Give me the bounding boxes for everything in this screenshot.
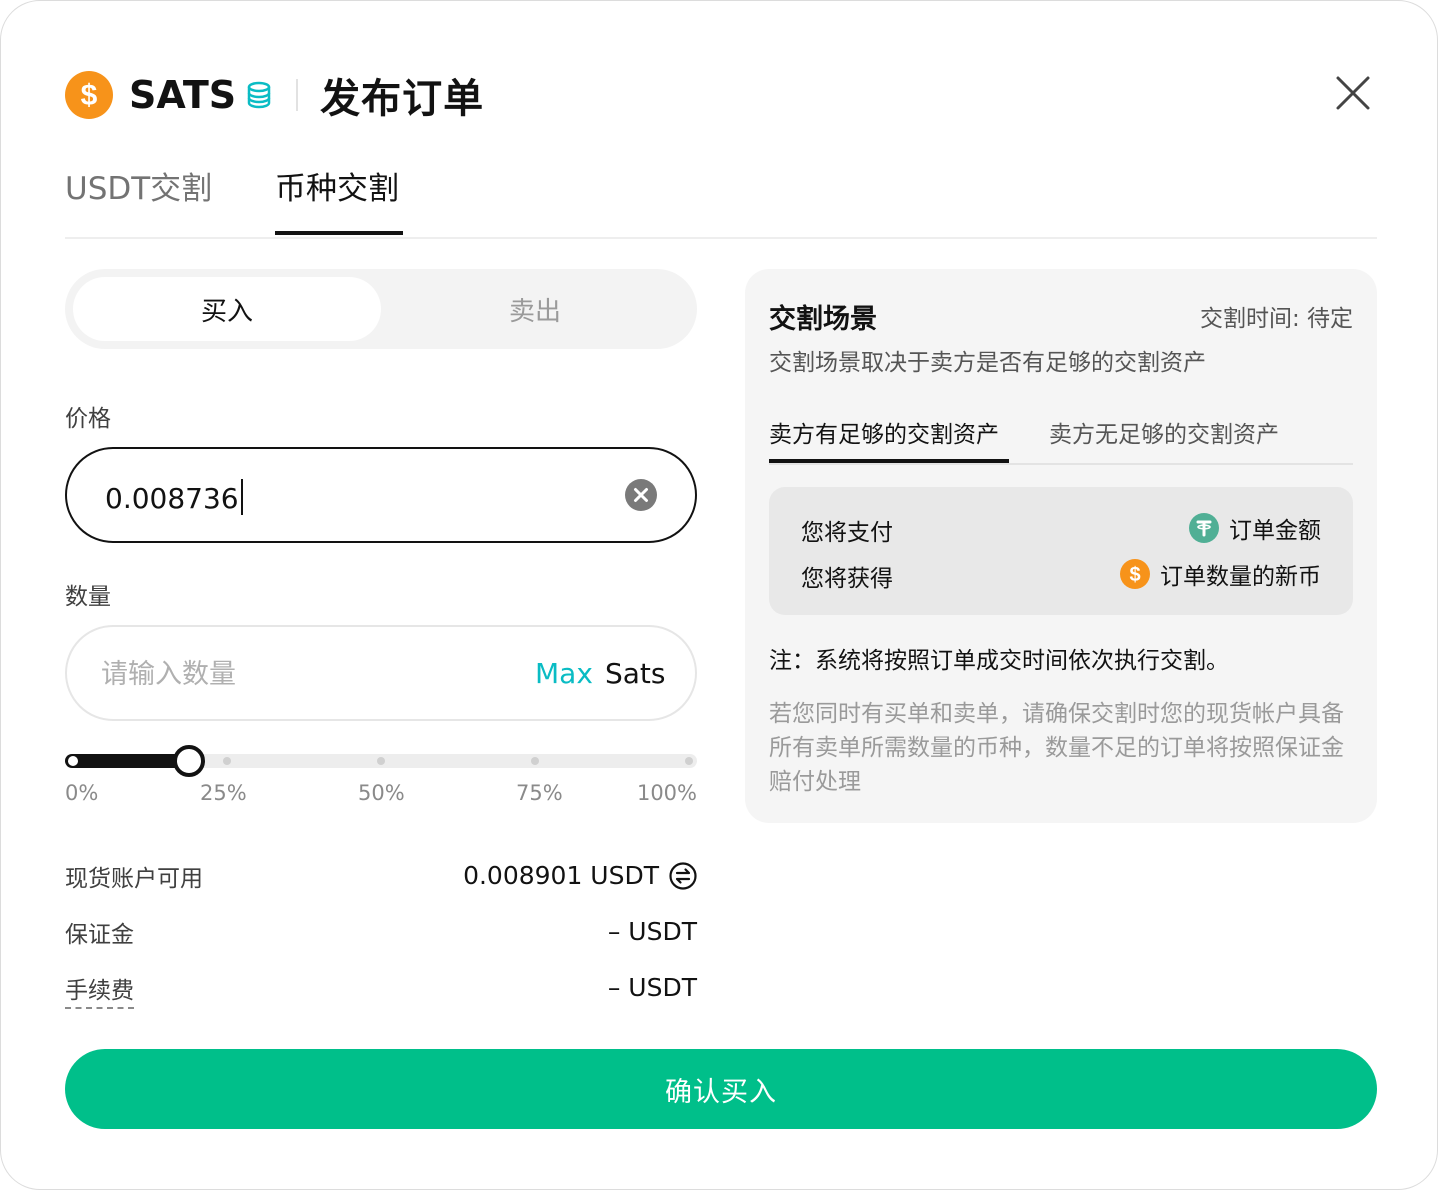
tab-seller-has-assets[interactable]: 卖方有足够的交割资产 [769,415,999,449]
receive-value-group: $ 订单数量的新币 [1120,557,1321,591]
quantity-unit: Sats [605,657,666,690]
modal-header: $ SATS 发布订单 [65,67,484,123]
panel-note: 注：系统将按照订单成交时间依次执行交割。 [769,648,1229,674]
active-tab-indicator [275,231,403,235]
slider-labels: 0% 25% 50% 75% 100% [65,781,697,811]
slider-mark-50 [377,757,385,765]
dollar-coin-icon: $ [65,71,113,119]
tab-coin-delivery[interactable]: 币种交割 [275,163,399,208]
swap-icon[interactable] [669,861,697,890]
margin-label: 保证金 [65,922,134,948]
delivery-scenario-panel: 交割场景 交割时间: 待定 交割场景取决于卖方是否有足够的交割资产 卖方有足够的… [745,269,1377,823]
slider-mark-75 [531,757,539,765]
price-label: 价格 [65,406,111,432]
available-balance-row: 现货账户可用 0.008901 USDT [65,859,697,899]
price-value: 0.008736 [105,479,243,515]
slider-mark-100 [685,757,693,765]
slider-label-25: 25% [200,781,247,805]
dollar-coin-icon: $ [1120,559,1150,589]
receive-value: 订单数量的新币 [1160,564,1321,590]
pay-row: 您将支付 订单金额 [801,511,1321,547]
database-stack-icon [246,80,272,110]
confirm-buy-button[interactable]: 确认买入 [65,1049,1377,1129]
side-toggle: 买入 卖出 [65,269,697,349]
slider-label-50: 50% [358,781,405,805]
available-label: 现货账户可用 [65,866,203,892]
text-caret [240,479,243,515]
quantity-slider[interactable] [65,745,697,777]
post-order-modal: $ SATS 发布订单 USDT交割 币种交割 买入 卖出 价格 0.00873… [0,0,1438,1190]
slider-fill [65,754,189,768]
fee-row: 手续费 – USDT [65,971,697,1011]
margin-value: – USDT [607,917,697,946]
sell-toggle-button[interactable]: 卖出 [381,277,689,341]
quantity-field: Max Sats [65,625,697,721]
receive-label: 您将获得 [801,566,893,592]
header-divider [296,79,299,111]
slider-start-dot [68,756,78,766]
margin-row: 保证金 – USDT [65,915,697,955]
tether-icon [1189,513,1219,543]
pay-value: 订单金额 [1229,518,1321,544]
delivery-time: 交割时间: 待定 [1199,306,1353,332]
tab-seller-lacks-assets[interactable]: 卖方无足够的交割资产 [1049,415,1279,449]
pay-label: 您将支付 [801,520,893,546]
svg-text:$: $ [81,79,98,112]
pay-value-group: 订单金额 [1189,511,1321,545]
slider-label-75: 75% [516,781,563,805]
receive-row: 您将获得 $ 订单数量的新币 [801,557,1321,593]
settlement-summary: 您将支付 订单金额 您将获得 $ 订单数量的新币 [769,487,1353,615]
slider-label-0: 0% [65,781,99,805]
quantity-input[interactable] [99,655,483,693]
modal-title: 发布订单 [320,76,485,122]
fee-value: – USDT [607,973,697,1002]
price-value-text: 0.008736 [105,482,239,515]
tab-usdt-delivery[interactable]: USDT交割 [65,163,212,208]
fee-label[interactable]: 手续费 [65,971,134,1009]
available-value-group: 0.008901 USDT [463,861,697,890]
buy-toggle-button[interactable]: 买入 [73,277,381,341]
max-button[interactable]: Max [535,657,593,690]
coin-name: SATS [129,73,237,117]
price-input[interactable]: 0.008736 [65,447,697,543]
slider-thumb[interactable] [173,745,205,777]
panel-description: 交割场景取决于卖方是否有足够的交割资产 [769,350,1206,376]
quantity-label: 数量 [65,584,111,610]
scenario-tabs: 卖方有足够的交割资产 卖方无足够的交割资产 [769,409,1353,465]
panel-warning: 若您同时有买单和卖单，请确保交割时您的现货帐户具备所有卖单所需数量的币种，数量不… [769,701,1344,795]
slider-mark-25 [223,757,231,765]
panel-title: 交割场景 [769,304,877,335]
slider-label-100: 100% [636,781,697,805]
close-button[interactable] [1335,75,1371,111]
delivery-tabs: USDT交割 币种交割 [65,151,1377,239]
available-value: 0.008901 USDT [463,861,659,890]
scenario-tab-indicator [769,459,1009,463]
svg-text:$: $ [1129,564,1140,585]
close-icon [1336,76,1370,110]
clear-circle-icon[interactable] [625,479,657,511]
